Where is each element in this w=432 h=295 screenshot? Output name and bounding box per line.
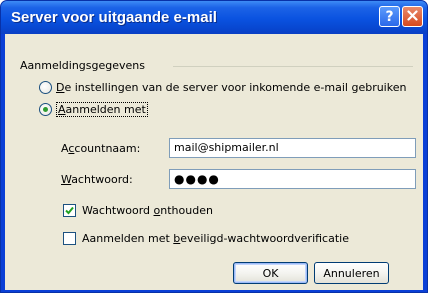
dialog-title: Server voor uitgaande e-mail [11, 9, 217, 26]
radio-selected-icon[interactable] [39, 103, 52, 116]
cancel-button[interactable]: Annuleren [314, 262, 389, 284]
radio-login-with[interactable]: Aanmelden met [39, 102, 148, 117]
secure-password-auth-checkbox[interactable]: Aanmelden met beveiligd-wachtwoordverifi… [63, 232, 349, 245]
dialog-window: Server voor uitgaande e-mail ? Aanmeldin… [0, 0, 428, 293]
radio-label: De instellingen van de server voor inkom… [56, 81, 407, 94]
checkmark-icon[interactable] [63, 204, 76, 217]
help-button[interactable]: ? [379, 6, 400, 27]
title-bar[interactable]: Server voor uitgaande e-mail ? [1, 1, 427, 34]
ok-button[interactable]: OK [233, 262, 308, 284]
help-icon: ? [385, 8, 394, 25]
close-button[interactable] [402, 6, 423, 27]
checkbox-label: Aanmelden met beveiligd-wachtwoordverifi… [82, 232, 349, 245]
checkbox-icon[interactable] [63, 232, 76, 245]
remember-password-checkbox[interactable]: Wachtwoord onthouden [63, 204, 213, 217]
checkbox-label: Wachtwoord onthouden [82, 204, 213, 217]
account-name-input[interactable]: mail@shipmailer.nl [169, 138, 416, 158]
account-name-label: Accountnaam: [61, 142, 141, 155]
close-icon [407, 9, 418, 24]
radio-label: Aanmelden met [56, 102, 148, 117]
group-separator [173, 66, 413, 67]
group-label: Aanmeldingsgegevens [20, 59, 145, 72]
password-input[interactable]: ●●●● [169, 169, 416, 189]
radio-use-incoming-settings[interactable]: De instellingen van de server voor inkom… [39, 81, 406, 94]
radio-icon[interactable] [39, 81, 52, 94]
password-label: Wachtwoord: [61, 173, 133, 186]
dialog-body: Aanmeldingsgegevens De instellingen van … [5, 34, 423, 290]
